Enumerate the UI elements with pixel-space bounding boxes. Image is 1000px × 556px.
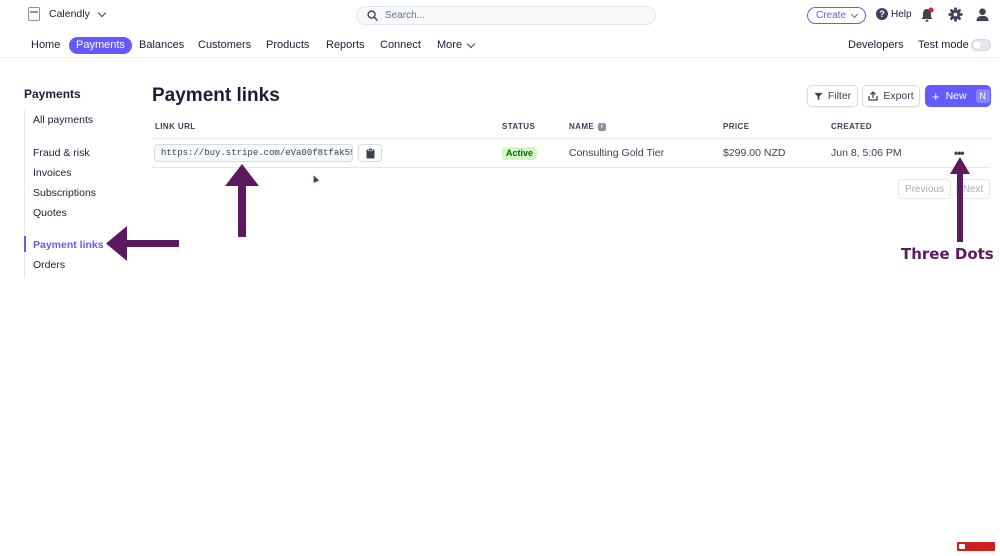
left-arrow-icon <box>106 226 179 261</box>
annotation-overlay <box>106 157 970 261</box>
annotation-label: Three Dots <box>901 245 994 263</box>
subscribe-badge-icon <box>957 542 995 551</box>
up-arrow-icon <box>950 157 970 242</box>
up-arrow-icon <box>225 164 259 237</box>
